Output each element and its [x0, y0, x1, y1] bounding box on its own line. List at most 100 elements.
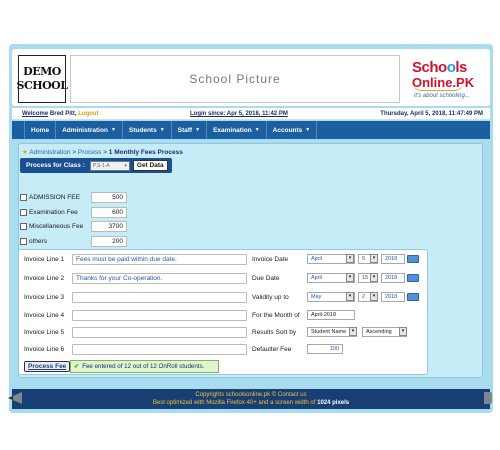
user-name: Bred Pitt [49, 111, 75, 117]
brand-swoosh [412, 81, 464, 91]
welcome-text: Welcome Bred Pitt, Logout [22, 111, 99, 117]
chevron-down-icon[interactable]: ▾ [399, 327, 407, 336]
fee-item: Miscellaneous Fee 3700 [20, 221, 127, 232]
fee-amount-input[interactable]: 600 [91, 207, 127, 218]
invoice-line-label: Invoice Line 2 [24, 275, 65, 282]
invoice-line-label: Invoice Line 3 [24, 294, 65, 301]
process-for-class-label: Process for Class : [26, 162, 85, 169]
invoice-line-label: Invoice Line 4 [24, 312, 65, 319]
nav-examination-label: Examination [213, 126, 252, 134]
chevron-down-icon[interactable]: ▾ [346, 273, 354, 282]
invoice-line-input[interactable] [72, 327, 247, 338]
school-picture: School Picture [70, 55, 400, 103]
invoice-line-input[interactable]: Fees must be paid within due date. [72, 254, 247, 265]
nav-accounts[interactable]: Accounts ▼ [267, 121, 318, 139]
pencil-lead [8, 396, 13, 400]
due-date-label: Due Date [252, 275, 280, 282]
invoice-date-year-select[interactable]: 2018 [381, 254, 405, 264]
logo-line-2: SCHOOL [16, 79, 69, 92]
fee-amount-input[interactable]: 3700 [91, 221, 127, 232]
logo-line-1: DEMO [23, 65, 61, 79]
fee-checkbox[interactable] [20, 223, 27, 230]
invoice-line-row: Invoice Line 2 Thanks for your Co-operat… [24, 273, 247, 284]
invoice-line-row: Invoice Line 3 [24, 292, 247, 303]
get-data-button[interactable]: Get Data [132, 160, 168, 171]
nav-home[interactable]: Home [24, 121, 57, 139]
nav-home-label: Home [31, 126, 50, 134]
nav-staff-label: Staff [177, 126, 193, 134]
invoice-line-input[interactable] [72, 292, 247, 303]
nav-administration-label: Administration [62, 126, 108, 134]
login-since: Login since: Apr 5, 2018, 11:42 PM [190, 111, 288, 117]
due-date-year-select[interactable]: 2018 [381, 273, 405, 283]
sort-by-label: Results Sort by [252, 329, 297, 336]
breadcrumb: ★ Administration > Process > 1 Monthly F… [22, 148, 183, 156]
status-message-text: Fee entered of 12 out of 12 OnRoll stude… [82, 363, 205, 370]
chevron-down-icon: ▼ [110, 127, 116, 133]
info-bar: Welcome Bred Pitt, Logout Login since: A… [12, 108, 490, 120]
nav-students[interactable]: Students ▼ [123, 121, 172, 139]
validity-year-select[interactable]: 2018 [381, 292, 405, 302]
invoice-line-label: Invoice Line 5 [24, 329, 65, 336]
welcome-label: Welcome [22, 111, 49, 117]
class-select[interactable]: P.S-1-A ▾ [89, 160, 130, 171]
for-month-label: For the Month of [252, 312, 300, 319]
brand-logo: Schools Online.PK it's about schooling..… [406, 57, 490, 103]
chevron-down-icon[interactable]: ▾ [370, 292, 378, 301]
chevron-down-icon[interactable]: ▾ [370, 254, 378, 263]
invoice-line-input[interactable] [72, 344, 247, 355]
process-for-class-bar: Process for Class : P.S-1-A ▾ Get Data [20, 158, 172, 173]
breadcrumb-administration[interactable]: Administration [29, 149, 70, 156]
brand-name: Schools [412, 59, 467, 76]
invoice-line-row: Invoice Line 6 [24, 344, 247, 355]
fee-amount-input[interactable]: 500 [91, 192, 127, 203]
chevron-down-icon[interactable]: ▾ [346, 292, 354, 301]
fee-amount-input[interactable]: 200 [91, 236, 127, 247]
invoice-line-row: Invoice Line 5 [24, 327, 247, 338]
nav-staff[interactable]: Staff ▼ [172, 121, 208, 139]
fee-item: ADMISSION FEE 500 [20, 192, 127, 203]
fee-checkbox[interactable] [20, 238, 27, 245]
logout-link[interactable]: Logout [78, 111, 98, 117]
invoice-line-row: Invoice Line 4 [24, 310, 247, 321]
calendar-icon[interactable] [407, 293, 419, 301]
fee-checkbox[interactable] [20, 209, 27, 216]
chevron-down-icon: ▼ [195, 127, 201, 133]
school-picture-label: School Picture [189, 72, 281, 86]
chevron-down-icon[interactable]: ▾ [346, 254, 354, 263]
invoice-date-label: Invoice Date [252, 256, 289, 263]
breadcrumb-separator: > [72, 149, 77, 156]
validity-label: Validity up to [252, 294, 289, 301]
class-select-value: P.S-1-A [92, 162, 110, 169]
process-fee-button[interactable]: Process Fee [24, 361, 71, 372]
breadcrumb-separator: > [103, 149, 107, 156]
for-month-input[interactable]: April-2018 [307, 310, 355, 320]
fee-checkbox[interactable] [20, 194, 27, 201]
chevron-down-icon: ▼ [254, 127, 260, 133]
defaulter-fee-input[interactable]: 100 [307, 344, 343, 354]
pencil-end [484, 392, 492, 404]
school-logo: DEMO SCHOOL [16, 55, 69, 103]
invoice-line-input[interactable]: Thanks for your Co-operation. [72, 273, 247, 284]
calendar-icon[interactable] [407, 274, 419, 282]
brand-name-part2: ls [455, 59, 467, 76]
invoice-line-label: Invoice Line 6 [24, 346, 65, 353]
fee-name: others [29, 238, 48, 245]
chevron-down-icon[interactable]: ▾ [349, 327, 357, 336]
fee-name: Examination Fee [29, 209, 78, 216]
invoice-line-label: Invoice Line 1 [24, 256, 65, 263]
fee-name: Miscellaneous Fee [29, 223, 84, 230]
brand-tagline: it's about schooling... [414, 93, 470, 99]
main-nav: Home Administration ▼ Students ▼ Staff ▼ Ex… [12, 121, 490, 139]
nav-examination[interactable]: Examination ▼ [207, 121, 267, 139]
invoice-line-input[interactable] [72, 310, 247, 321]
defaulter-fee-label: Defaulter Fee [252, 346, 292, 353]
nav-administration[interactable]: Administration ▼ [56, 121, 123, 139]
check-icon: ✔ [74, 363, 80, 370]
nav-students-label: Students [128, 126, 157, 134]
star-icon: ★ [22, 149, 28, 156]
nav-accounts-label: Accounts [272, 126, 303, 134]
breadcrumb-process[interactable]: Process [78, 149, 101, 156]
chevron-down-icon[interactable]: ▾ [370, 273, 378, 282]
calendar-icon[interactable] [407, 255, 419, 263]
